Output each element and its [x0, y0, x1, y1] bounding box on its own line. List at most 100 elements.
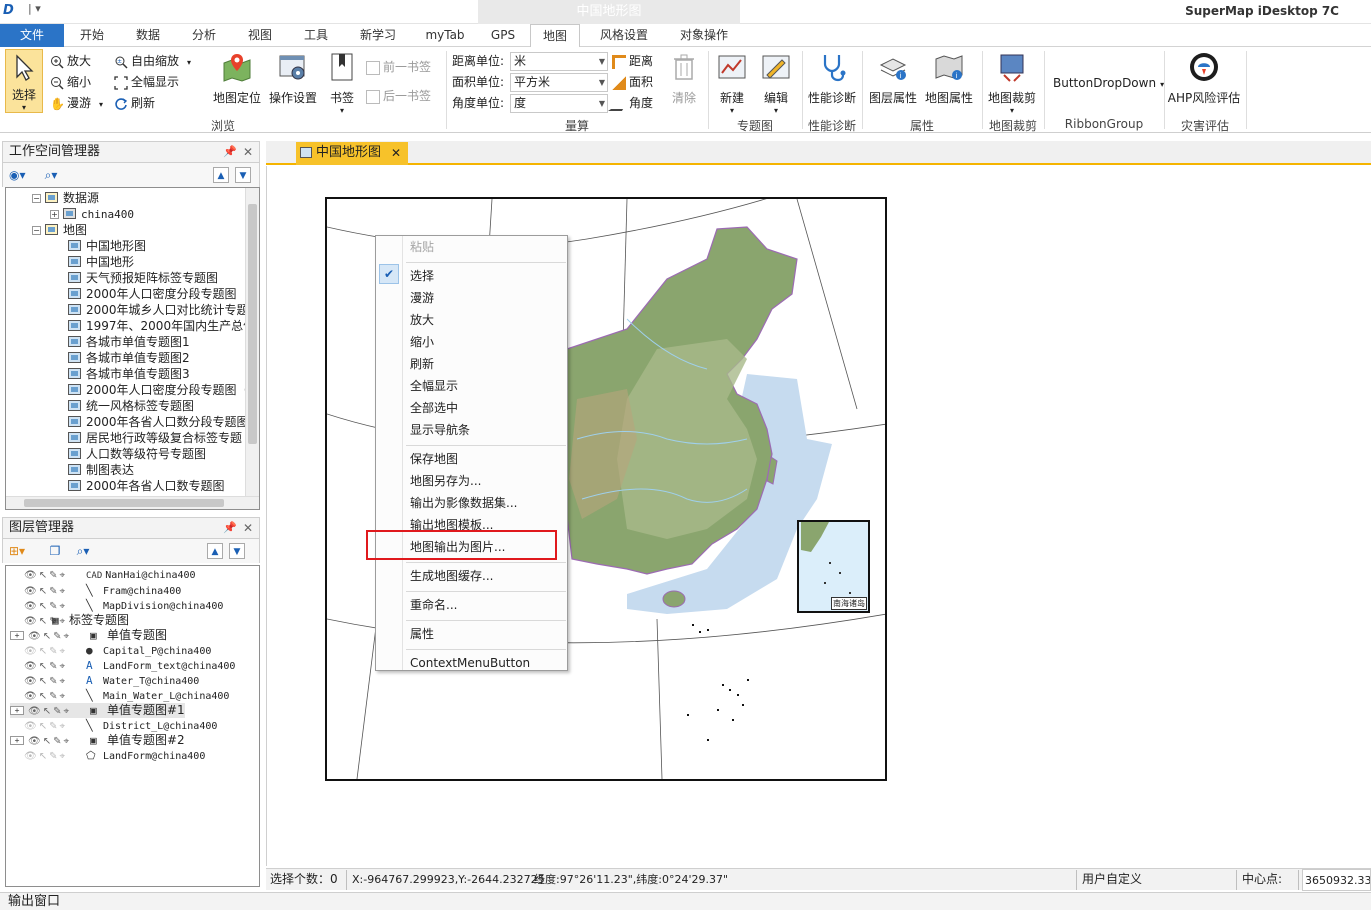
pan-button[interactable]: ✋ 漫游 ▾	[50, 93, 103, 113]
move-up-icon[interactable]: ▲	[207, 543, 223, 559]
new-thematic-button[interactable]: 新建 ▾	[712, 51, 752, 115]
menu-item-2[interactable]: 选择	[410, 266, 434, 286]
move-down-icon[interactable]: ▼	[235, 167, 251, 183]
close-icon[interactable]: ✕	[391, 142, 401, 164]
add-layer-icon[interactable]: ⊞▾	[9, 543, 25, 559]
layer-row[interactable]: + 👁↖✎⌖ ▣ 单值专题图	[10, 628, 167, 643]
layer-row[interactable]: + 👁↖✎⌖ ▣ 单值专题图#1	[10, 703, 185, 718]
prev-bookmark-button[interactable]: 前一书签	[366, 57, 431, 77]
layer-row[interactable]: 👁↖✎⌖ ⬠ LandForm@china400	[10, 748, 205, 763]
search-icon[interactable]: ⌕▾	[75, 543, 91, 559]
edit-thematic-button[interactable]: 编辑 ▾	[756, 51, 796, 115]
expander-icon[interactable]: −	[32, 194, 41, 203]
layer-row[interactable]: 👁↖✎⌖ ╲ District_L@china400	[10, 718, 217, 733]
perf-diag-button[interactable]: 性能诊断	[804, 51, 860, 106]
center-point-input[interactable]: 3650932.3367	[1302, 869, 1371, 891]
layer-row[interactable]: 👁↖✎⌖ ╲ MapDivision@china400	[10, 598, 223, 613]
scrollbar-thumb[interactable]	[248, 204, 257, 444]
tab-style-settings[interactable]: 风格设置	[584, 24, 664, 47]
angle-unit-select[interactable]: 度 ▼	[510, 94, 608, 113]
workspace-map-item[interactable]: 2000年各省人口数专题图	[68, 478, 225, 494]
menu-item-9[interactable]: 显示导航条	[410, 420, 470, 440]
menu-item-23[interactable]: ContextMenuButton	[410, 653, 530, 673]
workspace-map-item[interactable]: 统一风格标签专题图	[68, 398, 194, 414]
measure-area-button[interactable]: 面积	[612, 72, 653, 92]
layer-visibility-controls-icon[interactable]: 👁↖✎⌖	[28, 734, 90, 749]
workspace-tree-node[interactable]: − 数据源	[32, 190, 99, 206]
layer-visibility-controls-icon[interactable]: 👁↖✎⌖	[24, 689, 86, 704]
menu-item-13[interactable]: 输出为影像数据集...	[410, 493, 517, 513]
workspace-map-item[interactable]: 2000年人口密度分段专题图（	[68, 382, 249, 398]
workspace-map-item[interactable]: 中国地形	[68, 254, 134, 270]
tab-analysis[interactable]: 分析	[176, 24, 232, 47]
tab-tools[interactable]: 工具	[288, 24, 344, 47]
free-zoom-button[interactable]: ± 自由缩放 ▾	[114, 51, 191, 71]
expander-icon[interactable]: −	[32, 226, 41, 235]
expander-icon[interactable]: +	[10, 706, 24, 715]
workspace-map-item[interactable]: 居民地行政等级复合标签专题	[68, 430, 242, 446]
menu-item-7[interactable]: 全幅显示	[410, 376, 458, 396]
zoom-out-button[interactable]: 缩小	[50, 72, 91, 92]
expander-icon[interactable]: +	[10, 736, 24, 745]
workspace-tree-node[interactable]: − 地图	[32, 222, 87, 238]
layer-row[interactable]: 👁↖✎⌖ ● Capital_P@china400	[10, 643, 211, 658]
tab-file[interactable]: 文件	[0, 24, 64, 47]
move-up-icon[interactable]: ▲	[213, 167, 229, 183]
workspace-map-item[interactable]: 1997年、2000年国内生产总值	[68, 318, 255, 334]
workspace-map-item[interactable]: 制图表达	[68, 462, 134, 478]
menu-item-17[interactable]: 生成地图缓存...	[410, 566, 493, 586]
menu-item-21[interactable]: 属性	[410, 624, 434, 644]
zoom-in-button[interactable]: 放大	[50, 51, 91, 71]
layer-visibility-controls-icon[interactable]: 👁↖✎⌖	[24, 614, 65, 629]
workspace-map-item[interactable]: 各城市单值专题图3	[68, 366, 190, 382]
layer-row[interactable]: 👁↖✎⌖▦ 标签专题图	[10, 613, 129, 628]
tab-start[interactable]: 开始	[64, 24, 120, 47]
layer-visibility-controls-icon[interactable]: 👁↖✎⌖	[24, 644, 86, 659]
scrollbar-thumb[interactable]	[24, 499, 224, 507]
tab-object-operations[interactable]: 对象操作	[666, 24, 742, 47]
bookmark-button[interactable]: 书签 ▾	[326, 51, 358, 115]
layer-visibility-controls-icon[interactable]: 👁↖✎⌖	[28, 629, 90, 644]
output-window-tab[interactable]: 输出窗口	[0, 892, 1371, 910]
menu-item-12[interactable]: 地图另存为...	[410, 471, 481, 491]
workspace-map-item[interactable]: 各城市单值专题图1	[68, 334, 190, 350]
layer-visibility-controls-icon[interactable]: 👁↖✎⌖	[28, 704, 90, 719]
workspace-view-icon[interactable]: ◉▾	[9, 167, 26, 183]
layer-visibility-controls-icon[interactable]: 👁↖✎⌖	[24, 599, 86, 614]
close-icon[interactable]: ✕	[243, 518, 253, 538]
layer-row[interactable]: 👁↖✎⌖ ╲ Fram@china400	[10, 583, 181, 598]
layer-row[interactable]: + 👁↖✎⌖ ▣ 单值专题图#2	[10, 733, 185, 748]
map-locate-button[interactable]: 地图定位	[210, 51, 264, 106]
pin-icon[interactable]: 📌	[223, 142, 237, 162]
layer-visibility-controls-icon[interactable]: 👁↖✎⌖	[24, 568, 86, 583]
layer-props-button[interactable]: i 图层属性	[866, 51, 920, 106]
op-settings-button[interactable]: 操作设置	[266, 51, 320, 106]
move-down-icon[interactable]: ▼	[229, 543, 245, 559]
map-clip-button[interactable]: 地图裁剪 ▾	[984, 51, 1040, 115]
button-dropdown[interactable]: ButtonDropDown ▾	[1053, 73, 1164, 93]
layer-visibility-controls-icon[interactable]: 👁↖✎⌖	[24, 584, 86, 599]
area-unit-select[interactable]: 平方米 ▼	[510, 73, 608, 92]
tab-data[interactable]: 数据	[120, 24, 176, 47]
menu-item-3[interactable]: 漫游	[410, 288, 434, 308]
menu-item-19[interactable]: 重命名...	[410, 595, 457, 615]
search-icon[interactable]: ⌕▾	[43, 167, 59, 183]
workspace-map-item[interactable]: 人口数等级符号专题图	[68, 446, 206, 462]
workspace-map-item[interactable]: 2000年人口密度分段专题图	[68, 286, 237, 302]
menu-item-11[interactable]: 保存地图	[410, 449, 458, 469]
menu-item-4[interactable]: 放大	[410, 310, 434, 330]
full-extent-button[interactable]: 全幅显示	[114, 72, 179, 92]
workspace-scrollbar[interactable]	[245, 188, 259, 496]
workspace-map-item[interactable]: 各城市单值专题图2	[68, 350, 190, 366]
workspace-map-item[interactable]: 2000年各省人口数分段专题图	[68, 414, 249, 430]
tab-mytab[interactable]: myTab	[412, 24, 478, 47]
distance-unit-select[interactable]: 米 ▼	[510, 52, 608, 71]
layer-visibility-controls-icon[interactable]: 👁↖✎⌖	[24, 659, 86, 674]
menu-item-6[interactable]: 刷新	[410, 354, 434, 374]
copy-layer-icon[interactable]: ❐	[47, 543, 63, 559]
layer-row[interactable]: 👁↖✎⌖ A LandForm_text@china400	[10, 658, 235, 673]
layer-row[interactable]: 👁↖✎⌖ A Water_T@china400	[10, 673, 199, 688]
pin-icon[interactable]: 📌	[223, 518, 237, 538]
tab-map[interactable]: 地图	[530, 24, 580, 48]
tab-view[interactable]: 视图	[232, 24, 288, 47]
